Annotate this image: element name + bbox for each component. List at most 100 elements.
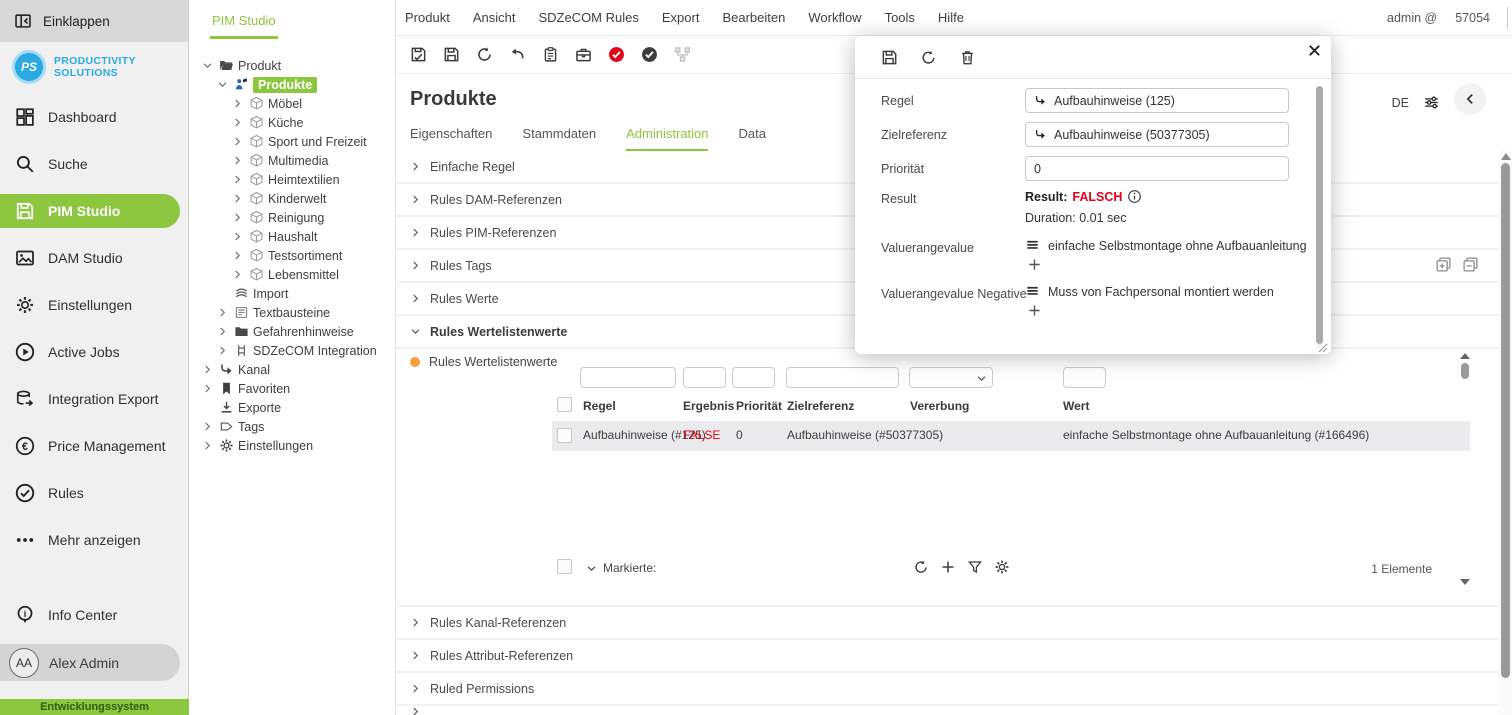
- refresh-button[interactable]: [910, 557, 932, 579]
- regel-input[interactable]: [1054, 94, 1280, 108]
- tree-node-kanal[interactable]: Kanal: [190, 360, 395, 379]
- filter-ergebnis-input[interactable]: [683, 367, 726, 388]
- scroll-down-icon[interactable]: [1460, 579, 1470, 585]
- row-checkbox[interactable]: [557, 428, 572, 443]
- column-header-wert[interactable]: Wert: [1063, 399, 1089, 413]
- column-header-zielreferenz[interactable]: Zielreferenz: [787, 399, 854, 413]
- chevron-right-icon[interactable]: [232, 155, 243, 166]
- filter-vererbung-select[interactable]: [909, 367, 993, 388]
- tree-node-exporte[interactable]: Exporte: [190, 398, 395, 417]
- section-rules-kanal-referenzen[interactable]: Rules Kanal-Referenzen: [396, 607, 1498, 638]
- chevron-down-icon[interactable]: [217, 79, 228, 90]
- scroll-up-icon[interactable]: [1501, 153, 1511, 160]
- modal-delete-button[interactable]: [957, 47, 977, 67]
- tab-data[interactable]: Data: [738, 126, 765, 151]
- modal-save-button[interactable]: [879, 47, 899, 67]
- valuerangevalue-negative-add-button[interactable]: [1025, 303, 1043, 321]
- regel-field[interactable]: [1025, 88, 1289, 113]
- section-partial[interactable]: [396, 706, 1498, 715]
- tab-pim-studio[interactable]: PIM Studio: [210, 13, 278, 39]
- chevron-right-icon[interactable]: [232, 231, 243, 242]
- chevron-right-icon[interactable]: [202, 364, 213, 375]
- sidebar-item-suche[interactable]: Suche: [0, 147, 189, 181]
- menu-ansicht[interactable]: Ansicht: [473, 10, 516, 25]
- filter-button[interactable]: [964, 557, 986, 579]
- tree-node-import[interactable]: Import: [190, 284, 395, 303]
- collapse-all-icon[interactable]: [1462, 256, 1479, 273]
- chevron-right-icon[interactable]: [232, 136, 243, 147]
- zielreferenz-field[interactable]: [1025, 122, 1289, 147]
- tree-node-produkt[interactable]: Produkt: [190, 56, 395, 75]
- table-scrollbar[interactable]: [1459, 353, 1471, 585]
- tree-node-kinderwelt[interactable]: Kinderwelt: [190, 189, 395, 208]
- expand-all-icon[interactable]: [1435, 256, 1452, 273]
- add-button[interactable]: [937, 557, 959, 579]
- chevron-right-icon[interactable]: [232, 212, 243, 223]
- main-scrollbar[interactable]: [1499, 150, 1512, 715]
- sidebar-item-rules[interactable]: Rules: [0, 476, 189, 510]
- menu-produkt[interactable]: Produkt: [405, 10, 450, 25]
- paste-button[interactable]: [538, 43, 562, 67]
- marked-dropdown[interactable]: Markierte:: [586, 561, 656, 575]
- chevron-right-icon[interactable]: [232, 269, 243, 280]
- sidebar-item-price-management[interactable]: €Price Management: [0, 429, 189, 463]
- tree-node-lebensmittel[interactable]: Lebensmittel: [190, 265, 395, 284]
- menu-workflow[interactable]: Workflow: [808, 10, 861, 25]
- sidebar-item-einstellungen[interactable]: Einstellungen: [0, 288, 189, 322]
- chevron-right-icon[interactable]: [232, 98, 243, 109]
- sidebar-item-info-center[interactable]: i Info Center: [0, 598, 117, 632]
- tree-node-testsortiment[interactable]: Testsortiment: [190, 246, 395, 265]
- tab-administration[interactable]: Administration: [626, 126, 708, 151]
- footer-checkbox[interactable]: [557, 559, 572, 574]
- tree-node-tags[interactable]: Tags: [190, 417, 395, 436]
- sidebar-item-active-jobs[interactable]: Active Jobs: [0, 335, 189, 369]
- save-button[interactable]: [439, 43, 463, 67]
- valuerangevalue-item[interactable]: einfache Selbstmontage ohne Aufbauanleit…: [1025, 238, 1307, 253]
- menu-hilfe[interactable]: Hilfe: [938, 10, 964, 25]
- modal-scrollbar[interactable]: [1316, 86, 1323, 348]
- section-rules-attribut-referenzen[interactable]: Rules Attribut-Referenzen: [396, 640, 1498, 671]
- column-header-ergebnis[interactable]: Ergebnis: [683, 399, 734, 413]
- chevron-right-icon[interactable]: [217, 307, 228, 318]
- tree-node-heimtextilien[interactable]: Heimtextilien: [190, 170, 395, 189]
- language-indicator[interactable]: DE: [1392, 96, 1409, 110]
- menu-bearbeiten[interactable]: Bearbeiten: [722, 10, 785, 25]
- resize-handle-icon[interactable]: [1318, 341, 1328, 351]
- valuerangevalue-add-button[interactable]: [1025, 257, 1043, 275]
- scroll-thumb[interactable]: [1501, 163, 1510, 678]
- collapse-header-button[interactable]: [1454, 83, 1486, 115]
- tree-node-einstellungen[interactable]: Einstellungen: [190, 436, 395, 455]
- valuerangevalue-negative-item[interactable]: Muss von Fachpersonal montiert werden: [1025, 284, 1274, 299]
- tree-node-sport-und-freizeit[interactable]: Sport und Freizeit: [190, 132, 395, 151]
- briefcase-button[interactable]: [571, 43, 595, 67]
- chevron-right-icon[interactable]: [232, 250, 243, 261]
- section-ruled-permissions[interactable]: Ruled Permissions: [396, 673, 1498, 704]
- scroll-thumb[interactable]: [1461, 363, 1469, 379]
- collapse-sidebar-button[interactable]: Einklappen: [0, 0, 188, 42]
- tree-node-gefahrenhinweise[interactable]: Gefahrenhinweise: [190, 322, 395, 341]
- sidebar-item-dashboard[interactable]: Dashboard: [0, 100, 189, 134]
- undo-button[interactable]: [505, 43, 529, 67]
- sidebar-item-pim-studio[interactable]: PIM Studio: [0, 194, 180, 228]
- chevron-right-icon[interactable]: [202, 421, 213, 432]
- tree-node-haushalt[interactable]: Haushalt: [190, 227, 395, 246]
- network-button[interactable]: [670, 43, 694, 67]
- chevron-right-icon[interactable]: [217, 345, 228, 356]
- sidebar-item-dam-studio[interactable]: DAM Studio: [0, 241, 189, 275]
- tree-node-textbausteine[interactable]: Textbausteine: [190, 303, 395, 322]
- column-header-priorit-t[interactable]: Priorität: [736, 399, 782, 413]
- info-circle-icon[interactable]: [1127, 189, 1142, 204]
- tab-eigenschaften[interactable]: Eigenschaften: [410, 126, 492, 151]
- column-header-vererbung[interactable]: Vererbung: [910, 399, 969, 413]
- chevron-right-icon[interactable]: [232, 117, 243, 128]
- tree-node-multimedia[interactable]: Multimedia: [190, 151, 395, 170]
- tree-node-favoriten[interactable]: Favoriten: [190, 379, 395, 398]
- chevron-right-icon[interactable]: [232, 174, 243, 185]
- menu-export[interactable]: Export: [662, 10, 700, 25]
- prioritaet-input[interactable]: [1034, 162, 1280, 176]
- sliders-icon[interactable]: [1423, 94, 1440, 111]
- chevron-down-icon[interactable]: [202, 60, 213, 71]
- chevron-right-icon[interactable]: [232, 193, 243, 204]
- tree-node-k-che[interactable]: Küche: [190, 113, 395, 132]
- zielreferenz-input[interactable]: [1054, 128, 1280, 142]
